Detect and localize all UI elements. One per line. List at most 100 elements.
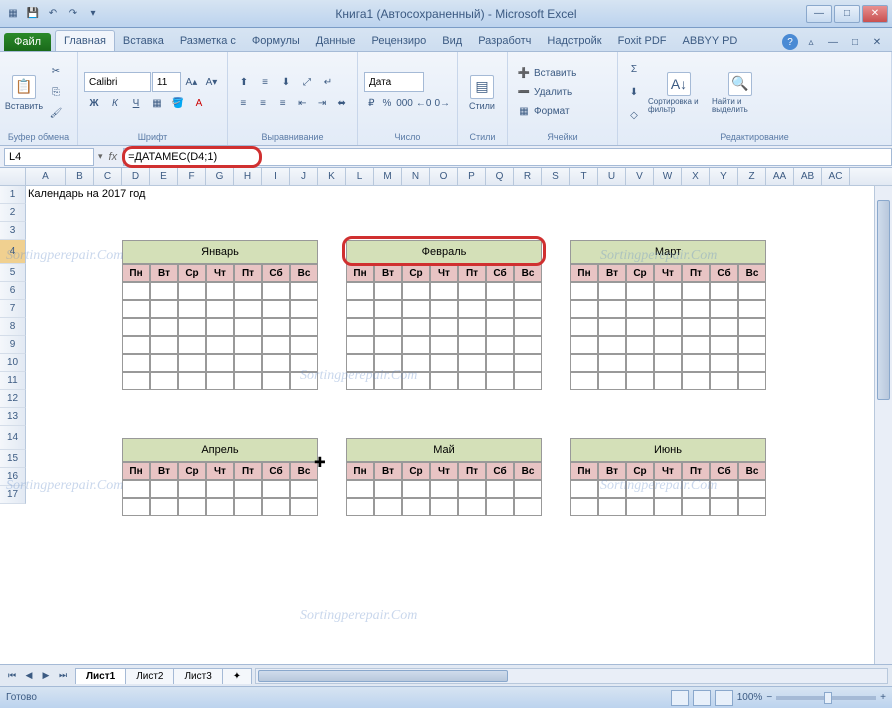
calendar-cell[interactable]: [682, 282, 710, 300]
calendar-cell[interactable]: [150, 300, 178, 318]
calendar-cell[interactable]: [290, 336, 318, 354]
calendar-cell[interactable]: [430, 318, 458, 336]
fill-color-icon[interactable]: 🪣: [168, 93, 188, 113]
month-header-apr[interactable]: Апрель: [122, 438, 318, 462]
tab-data[interactable]: Данные: [308, 31, 364, 51]
fill-icon[interactable]: ⬇: [624, 83, 644, 103]
day-header-cell[interactable]: Чт: [430, 264, 458, 282]
calendar-cell[interactable]: [570, 354, 598, 372]
row-header[interactable]: 13: [0, 408, 26, 426]
calendar-cell[interactable]: [178, 318, 206, 336]
align-middle-icon[interactable]: ≡: [255, 72, 275, 92]
calendar-cell[interactable]: [738, 318, 766, 336]
name-box[interactable]: L4: [4, 148, 94, 166]
calendar-cell[interactable]: [598, 300, 626, 318]
calendar-cell[interactable]: [514, 354, 542, 372]
calendar-cell[interactable]: [654, 336, 682, 354]
calendar-cell[interactable]: [598, 480, 626, 498]
calendar-cell[interactable]: [178, 354, 206, 372]
calendar-cell[interactable]: [346, 336, 374, 354]
row-header[interactable]: 2: [0, 204, 26, 222]
calendar-cell[interactable]: [150, 354, 178, 372]
calendar-cell[interactable]: [654, 372, 682, 390]
calendar-cell[interactable]: [122, 354, 150, 372]
month-block-may[interactable]: МайПнВтСрЧтПтСбВс: [346, 438, 542, 516]
font-name-combo[interactable]: Calibri: [84, 72, 151, 92]
calendar-cell[interactable]: [514, 372, 542, 390]
sheet-nav-first-icon[interactable]: ⏮: [4, 668, 20, 684]
grow-font-icon[interactable]: A▴: [182, 72, 201, 92]
calendar-cell[interactable]: [570, 480, 598, 498]
day-header-cell[interactable]: Пт: [458, 264, 486, 282]
calendar-cell[interactable]: [682, 318, 710, 336]
month-header-may[interactable]: Май: [346, 438, 542, 462]
zoom-level[interactable]: 100%: [737, 692, 763, 703]
day-header-cell[interactable]: Ср: [178, 264, 206, 282]
format-cells-button[interactable]: ▦Формат: [514, 104, 611, 120]
indent-inc-icon[interactable]: ⇥: [313, 93, 332, 113]
col-header[interactable]: F: [178, 168, 206, 185]
calendar-cell[interactable]: [178, 498, 206, 516]
day-header-cell[interactable]: Сб: [262, 462, 290, 480]
day-header-cell[interactable]: Вт: [374, 264, 402, 282]
day-header-cell[interactable]: Сб: [486, 264, 514, 282]
calendar-cell[interactable]: [570, 372, 598, 390]
calendar-cell[interactable]: [458, 480, 486, 498]
calendar-cell[interactable]: [598, 282, 626, 300]
col-header[interactable]: L: [346, 168, 374, 185]
calendar-cell[interactable]: [402, 282, 430, 300]
day-header-cell[interactable]: Чт: [206, 264, 234, 282]
day-header-cell[interactable]: Сб: [262, 264, 290, 282]
calendar-cell[interactable]: [598, 318, 626, 336]
calendar-cell[interactable]: [514, 336, 542, 354]
calendar-cell[interactable]: [234, 480, 262, 498]
calendar-cell[interactable]: [206, 498, 234, 516]
minimize-ribbon-icon[interactable]: ▵: [802, 33, 820, 51]
calendar-cell[interactable]: [346, 318, 374, 336]
font-size-combo[interactable]: 11: [152, 72, 181, 92]
day-header-cell[interactable]: Чт: [654, 264, 682, 282]
tab-formulas[interactable]: Формулы: [244, 31, 308, 51]
calendar-cell[interactable]: [514, 282, 542, 300]
calendar-cell[interactable]: [486, 318, 514, 336]
horizontal-scroll-thumb[interactable]: [258, 670, 508, 682]
day-header-cell[interactable]: Ср: [402, 264, 430, 282]
align-left-icon[interactable]: ≡: [234, 93, 253, 113]
day-header-cell[interactable]: Вс: [290, 462, 318, 480]
col-header[interactable]: D: [122, 168, 150, 185]
calendar-cell[interactable]: [682, 372, 710, 390]
calendar-cell[interactable]: [150, 282, 178, 300]
day-header-cell[interactable]: Вс: [290, 264, 318, 282]
calendar-cell[interactable]: [150, 336, 178, 354]
calendar-cell[interactable]: [486, 354, 514, 372]
calendar-title-cell[interactable]: Календарь на 2017 год: [28, 188, 145, 200]
calendar-cell[interactable]: [374, 372, 402, 390]
align-bottom-icon[interactable]: ⬇: [276, 72, 296, 92]
day-header-cell[interactable]: Сб: [710, 264, 738, 282]
calendar-cell[interactable]: [486, 300, 514, 318]
day-header-cell[interactable]: Пн: [122, 264, 150, 282]
calendar-cell[interactable]: [374, 336, 402, 354]
calendar-cell[interactable]: [458, 318, 486, 336]
calendar-cell[interactable]: [346, 300, 374, 318]
calendar-cell[interactable]: [206, 300, 234, 318]
calendar-cell[interactable]: [178, 282, 206, 300]
col-header[interactable]: E: [150, 168, 178, 185]
calendar-cell[interactable]: [402, 300, 430, 318]
workbook-max-icon[interactable]: □: [846, 33, 864, 51]
calendar-cell[interactable]: [374, 318, 402, 336]
day-header-cell[interactable]: Пн: [570, 264, 598, 282]
month-block-feb[interactable]: ФевральПнВтСрЧтПтСбВс: [346, 240, 542, 390]
month-header-mar[interactable]: Март: [570, 240, 766, 264]
sheet-tab-3[interactable]: Лист3: [173, 668, 222, 684]
save-icon[interactable]: 💾: [24, 5, 42, 23]
calendar-cell[interactable]: [682, 336, 710, 354]
col-header[interactable]: B: [66, 168, 94, 185]
calendar-cell[interactable]: [514, 498, 542, 516]
day-header-cell[interactable]: Чт: [654, 462, 682, 480]
day-header-cell[interactable]: Вс: [514, 462, 542, 480]
calendar-cell[interactable]: [626, 354, 654, 372]
col-header[interactable]: K: [318, 168, 346, 185]
sheet-tab-2[interactable]: Лист2: [125, 668, 174, 684]
redo-icon[interactable]: ↷: [64, 5, 82, 23]
